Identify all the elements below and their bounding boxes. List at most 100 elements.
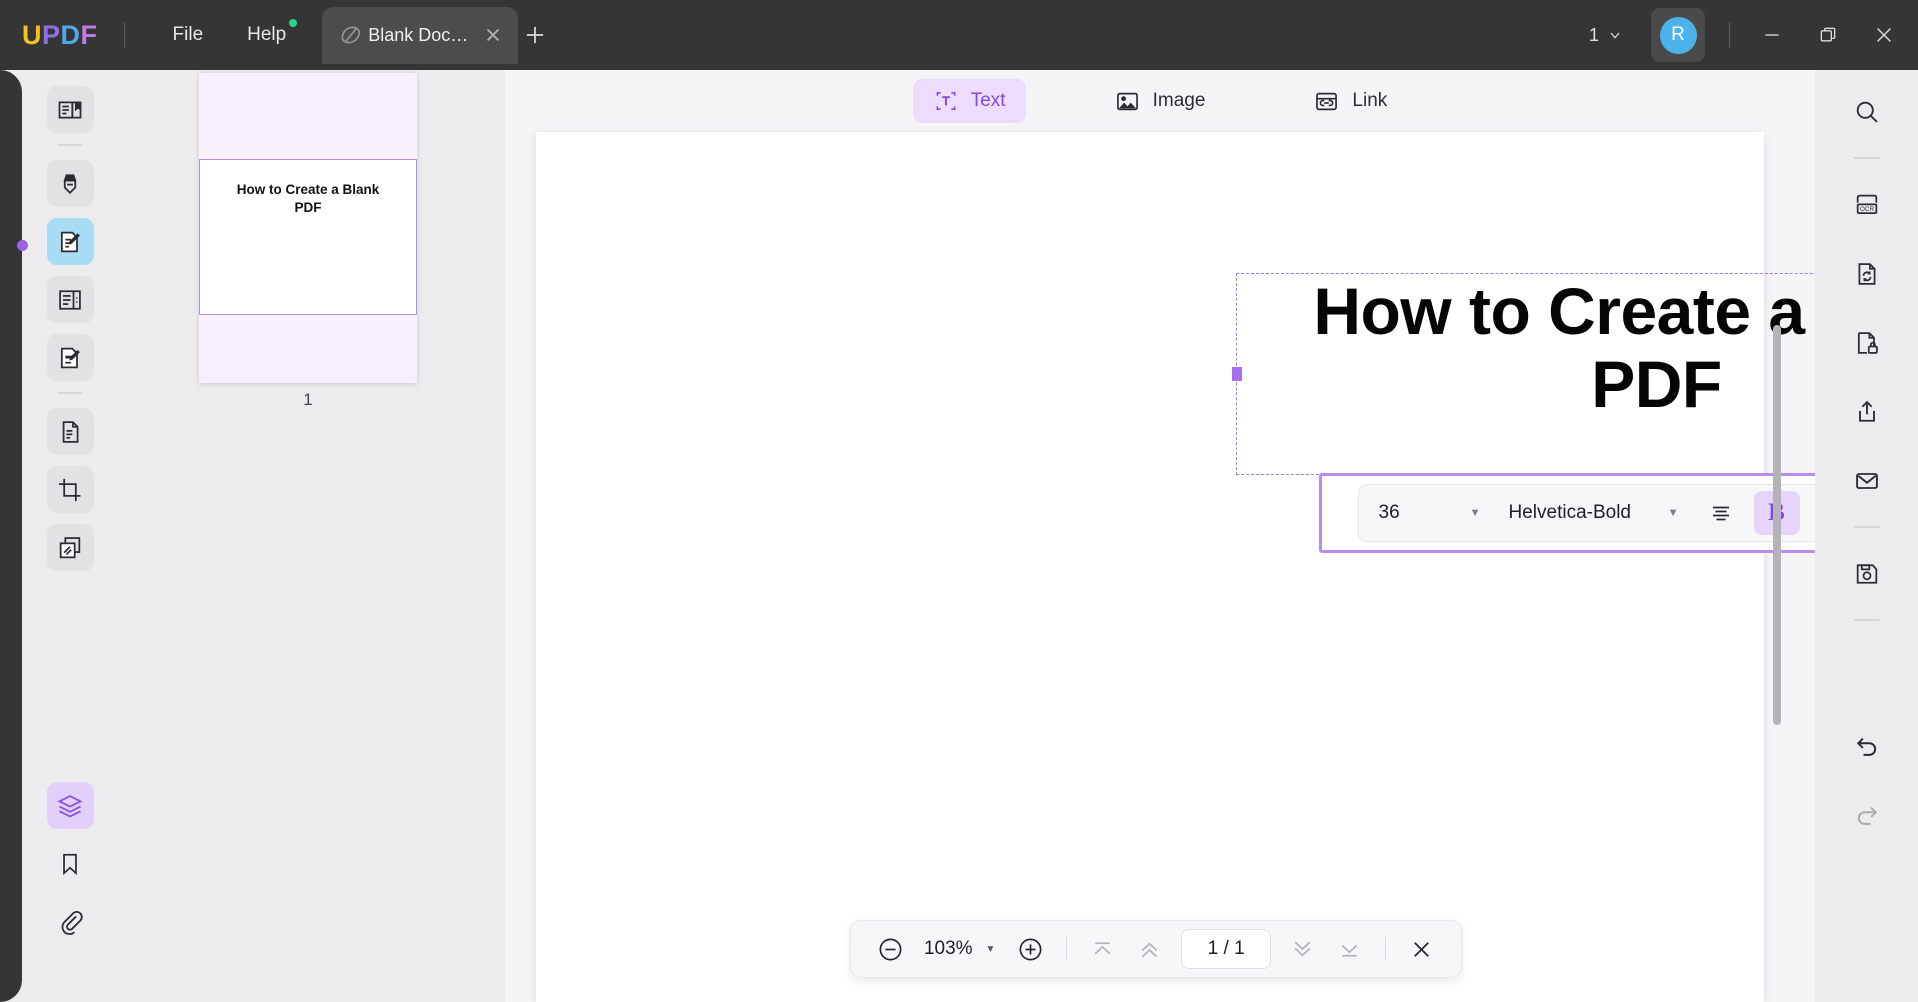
sidebar-item-annotate[interactable] — [46, 160, 94, 207]
layers-icon — [56, 792, 84, 820]
search-icon — [1853, 98, 1881, 126]
first-page-button[interactable] — [1081, 927, 1124, 971]
book-bookmark-icon — [56, 96, 84, 124]
tab-link-label: Link — [1352, 90, 1388, 111]
account-button[interactable]: R — [1651, 8, 1705, 62]
svg-text:OCR: OCR — [1860, 206, 1874, 213]
caret-down-icon[interactable]: ▼ — [983, 944, 1005, 955]
font-size-value: 36 — [1378, 502, 1400, 523]
redo-icon — [1853, 800, 1881, 828]
document-pen-icon — [56, 228, 84, 256]
logo-letter-f: F — [80, 19, 98, 50]
align-center-icon — [1709, 501, 1733, 525]
new-tab-button[interactable] — [518, 7, 552, 64]
thumbnail-page-number: 1 — [303, 390, 313, 409]
rail-divider-1 — [57, 144, 83, 146]
sidebar-item-layers[interactable] — [46, 782, 94, 829]
close-window-icon[interactable] — [1856, 5, 1912, 65]
edit-mode-tabs: Text Image Link — [505, 70, 1815, 132]
right-item-search[interactable] — [1843, 88, 1890, 135]
thumbnail-page-text: How to Create a Blank PDF — [236, 182, 380, 215]
right-rail-divider-1 — [1853, 157, 1880, 159]
font-family-value: Helvetica-Bold — [1508, 502, 1632, 523]
titlebar-divider-2 — [1729, 22, 1730, 48]
image-icon — [1114, 88, 1141, 115]
right-item-share[interactable] — [1843, 388, 1890, 435]
sidebar-item-attachments[interactable] — [47, 898, 94, 945]
last-page-button[interactable] — [1328, 927, 1371, 971]
sidebar-item-crop-page[interactable] — [46, 466, 94, 513]
chevron-up-icon — [1137, 937, 1162, 962]
sidebar-item-convert-pdf[interactable] — [46, 408, 94, 455]
font-family-select[interactable]: Helvetica-Bold ▼ — [1495, 491, 1693, 535]
menu-help[interactable]: Help — [225, 0, 308, 70]
close-icon — [1409, 937, 1434, 962]
sidebar-item-batch-process[interactable] — [46, 524, 94, 571]
right-item-redo[interactable] — [1843, 790, 1890, 837]
right-rail-divider-2 — [1853, 526, 1880, 528]
document-slash-icon — [338, 22, 364, 48]
tab-image[interactable]: Image — [1094, 79, 1226, 124]
pdf-page[interactable] — [536, 132, 1764, 1002]
page-indicator[interactable]: 1 / 1 — [1181, 929, 1272, 969]
sidebar-item-fill-and-sign[interactable] — [46, 334, 94, 381]
zoombar-divider-2 — [1385, 937, 1387, 961]
logo-letter-u: U — [22, 19, 42, 50]
zoom-level-value[interactable]: 103% — [916, 938, 979, 960]
minimize-icon[interactable] — [1744, 5, 1800, 65]
zoombar-divider-1 — [1066, 937, 1068, 961]
previous-page-button[interactable] — [1128, 927, 1171, 971]
updf-logo[interactable]: UPDF — [22, 20, 98, 51]
ocr-icon: OCR — [1853, 191, 1881, 219]
right-item-save[interactable] — [1843, 550, 1890, 597]
minus-circle-icon — [877, 936, 904, 963]
document-lock-icon — [1853, 329, 1881, 357]
close-zoombar-button[interactable] — [1400, 927, 1443, 971]
sidebar-item-edit-pdf[interactable] — [46, 218, 94, 265]
floppy-save-icon — [1853, 560, 1881, 588]
title-bar: UPDF File Help Blank Document* — [0, 0, 1918, 70]
page-thumbnail[interactable]: How to Create a Blank PDF — [199, 73, 417, 383]
vertical-scrollbar[interactable] — [1773, 325, 1781, 725]
right-rail-spacer-1 — [1815, 643, 1918, 721]
tab-image-label: Image — [1152, 90, 1206, 111]
title-bar-left: UPDF File Help Blank Document* — [0, 0, 552, 70]
font-size-select[interactable]: 36 ▼ — [1365, 491, 1495, 535]
share-upload-icon — [1853, 398, 1881, 426]
next-page-button[interactable] — [1281, 927, 1324, 971]
document-signature-icon — [56, 344, 84, 372]
zoom-in-button[interactable] — [1009, 927, 1052, 971]
paperclip-icon — [57, 908, 84, 935]
restore-icon[interactable] — [1800, 5, 1856, 65]
right-item-undo[interactable] — [1843, 721, 1890, 768]
avatar: R — [1659, 16, 1697, 54]
zoom-toolbar: 103% ▼ 1 / 1 — [850, 920, 1462, 978]
right-item-protect[interactable] — [1843, 319, 1890, 366]
right-rail-divider-3 — [1853, 619, 1880, 621]
chevron-down-icon — [1607, 27, 1623, 43]
sidebar-item-reader-view[interactable] — [46, 86, 94, 133]
tab-link[interactable]: Link — [1293, 79, 1407, 124]
thumbnail-panel: How to Create a Blank PDF 1 — [105, 70, 505, 1002]
document-tab[interactable]: Blank Document* — [322, 6, 519, 64]
thumbnail-selection-region[interactable]: How to Create a Blank PDF — [199, 159, 417, 315]
main-content-area: Text Image Link How to Create a PDF 36 ▼… — [505, 70, 1918, 1002]
tab-text[interactable]: Text — [912, 79, 1026, 123]
sidebar-item-bookmarks[interactable] — [47, 840, 94, 887]
zoom-out-button[interactable] — [869, 927, 912, 971]
rail-divider-2 — [57, 392, 83, 394]
right-item-ocr[interactable]: OCR — [1843, 181, 1890, 228]
page-count-selector[interactable]: 1 — [1579, 25, 1633, 46]
menu-help-label: Help — [247, 24, 287, 45]
menu-file[interactable]: File — [151, 0, 226, 70]
stacked-pages-icon — [56, 534, 84, 562]
right-item-email[interactable] — [1843, 457, 1890, 504]
close-icon[interactable] — [480, 22, 506, 48]
page-panel-icon — [56, 286, 84, 314]
document-list-icon — [56, 418, 84, 446]
align-center-button[interactable] — [1698, 491, 1744, 535]
resize-handle-left[interactable] — [1232, 367, 1242, 381]
right-item-convert[interactable] — [1843, 250, 1890, 297]
sidebar-item-organize-pages[interactable] — [46, 276, 94, 323]
titlebar-divider — [123, 22, 125, 48]
